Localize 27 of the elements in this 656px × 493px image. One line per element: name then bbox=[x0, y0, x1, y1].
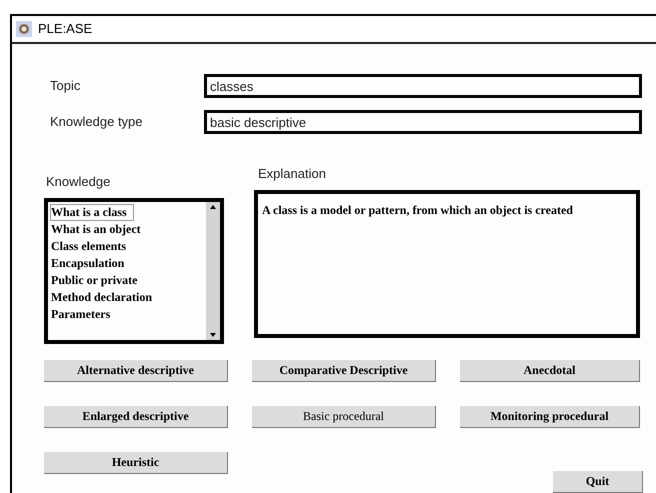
quit-button[interactable]: Quit bbox=[553, 470, 643, 492]
scrollbar[interactable] bbox=[206, 202, 220, 340]
list-item[interactable]: What is an object bbox=[50, 220, 148, 238]
knowledge-list[interactable]: What is a class What is an object Class elements Encapsulation Public or private Method declaration Parameters bbox=[44, 198, 224, 344]
field-label: Knowledge type bbox=[49, 113, 144, 132]
list-item[interactable]: Parameters bbox=[50, 306, 118, 322]
knowledge-type-button[interactable]: Monitoring procedural bbox=[460, 406, 640, 428]
knowledge-type-button[interactable]: Enlarged descriptive bbox=[44, 406, 228, 428]
list-item[interactable]: Class elements bbox=[50, 238, 133, 254]
list-item[interactable]: Encapsulation bbox=[50, 254, 132, 272]
knowledge-type-button[interactable]: Comparative Descriptive bbox=[252, 360, 436, 382]
knowledge-label: Knowledge bbox=[45, 173, 112, 191]
knowledge-type-button[interactable]: Heuristic bbox=[44, 452, 228, 474]
explanation-box[interactable]: A class is a model or pattern, from which an object is created bbox=[254, 190, 640, 338]
list-item[interactable]: Method declaration bbox=[50, 288, 159, 306]
window-title: PLE:ASE bbox=[38, 20, 92, 38]
knowledge-type-button[interactable]: Basic procedural bbox=[252, 406, 436, 428]
app-logo-icon bbox=[16, 21, 32, 37]
explanation-label: Explanation bbox=[257, 165, 327, 183]
list-item[interactable]: What is a class bbox=[50, 204, 134, 220]
knowledge-type-button[interactable]: Anecdotal bbox=[460, 360, 640, 382]
text-field[interactable]: basic descriptive bbox=[204, 110, 642, 134]
text-field[interactable]: classes bbox=[204, 74, 642, 98]
knowledge-type-button[interactable]: Alternative descriptive bbox=[44, 360, 228, 382]
explanation-text: A class is a model or pattern, from which an object is created bbox=[262, 202, 573, 216]
list-item[interactable]: Public or private bbox=[50, 272, 144, 288]
field-label: Topic bbox=[49, 77, 82, 96]
